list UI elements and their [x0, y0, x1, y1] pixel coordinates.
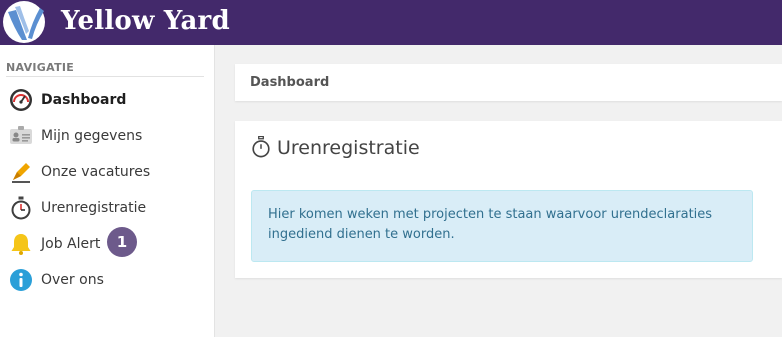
sidebar: NAVIGATIE Dashboard Mijn gegevens Onze v…	[0, 45, 215, 337]
yellow-yard-logo[interactable]	[2, 0, 46, 44]
sidebar-item-label: Mijn gegevens	[41, 128, 143, 144]
top-header: Yellow Yard	[0, 0, 782, 45]
breadcrumb: Dashboard	[235, 64, 782, 101]
info-alert: Hier komen weken met projecten te staan …	[251, 190, 753, 262]
sidebar-item-dashboard[interactable]: Dashboard	[0, 83, 210, 115]
sidebar-item-over-ons[interactable]: Over ons	[0, 263, 210, 295]
sidebar-item-label: Onze vacatures	[41, 164, 151, 180]
sidebar-item-urenregistratie[interactable]: Urenregistratie	[0, 191, 210, 223]
sidebar-item-job-alert[interactable]: Job Alert 1	[0, 227, 210, 259]
nav-divider	[6, 76, 204, 77]
sidebar-item-onze-vacatures[interactable]: Onze vacatures	[0, 155, 210, 187]
sidebar-item-label: Over ons	[41, 272, 104, 288]
panel-title: Urenregistratie	[277, 137, 420, 159]
breadcrumb-title: Dashboard	[250, 75, 330, 90]
nav-heading: NAVIGATIE	[6, 61, 75, 74]
notification-badge: 1	[107, 227, 137, 257]
brand-title[interactable]: Yellow Yard	[61, 6, 230, 36]
sidebar-item-label: Dashboard	[41, 92, 127, 108]
alert-message: Hier komen weken met projecten te staan …	[268, 207, 713, 242]
stopwatch-icon	[11, 196, 31, 220]
sidebar-item-mijn-gegevens[interactable]: Mijn gegevens	[0, 119, 210, 151]
pen-icon	[12, 163, 30, 183]
id-card-icon	[10, 126, 32, 144]
gauge-icon	[10, 89, 32, 111]
sidebar-item-label: Job Alert	[41, 236, 101, 252]
urenregistratie-panel: Urenregistratie Hier komen weken met pro…	[235, 121, 782, 278]
stopwatch-icon	[252, 136, 270, 158]
info-icon	[10, 269, 32, 291]
sidebar-item-label: Urenregistratie	[41, 200, 147, 216]
bell-icon	[11, 234, 31, 255]
